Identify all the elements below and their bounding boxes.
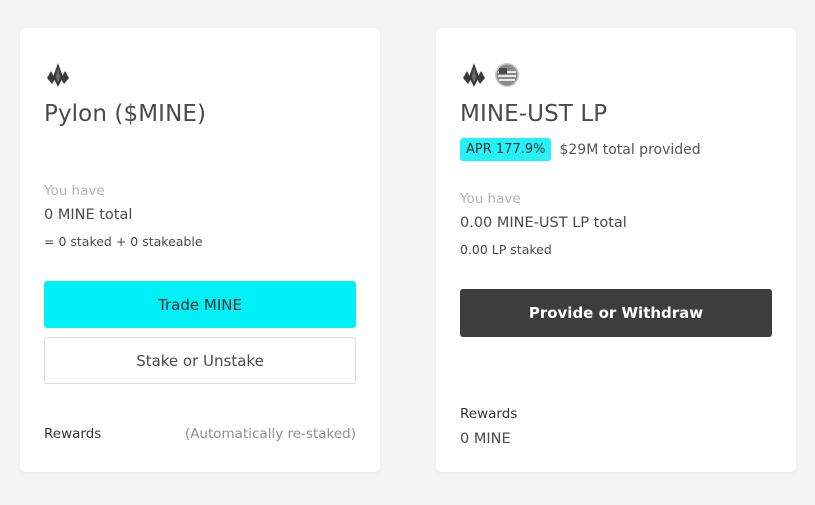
- provide-withdraw-button[interactable]: Provide or Withdraw: [460, 289, 772, 337]
- token-icons: [44, 61, 72, 89]
- card-title: Pylon ($MINE): [44, 101, 207, 127]
- pylon-icon: [44, 61, 72, 89]
- total-amount: 0 MINE total: [44, 207, 133, 223]
- you-have-label: You have: [460, 191, 521, 207]
- you-have-label: You have: [44, 183, 105, 199]
- card-title: MINE-UST LP: [460, 101, 608, 127]
- ust-icon: [494, 62, 520, 88]
- stake-breakdown: = 0 staked + 0 stakeable: [44, 234, 203, 249]
- rewards-value: 0 MINE: [460, 431, 511, 447]
- total-amount: 0.00 MINE-UST LP total: [460, 215, 627, 231]
- lp-staked: 0.00 LP staked: [460, 242, 552, 257]
- token-icons: [460, 61, 520, 89]
- apr-row: APR 177.9% $29M total provided: [460, 138, 701, 161]
- pylon-icon: [460, 61, 488, 89]
- trade-mine-button[interactable]: Trade MINE: [44, 281, 356, 328]
- stake-unstake-button[interactable]: Stake or Unstake: [44, 337, 356, 384]
- lp-card: MINE-UST LP APR 177.9% $29M total provid…: [436, 28, 796, 472]
- rewards-label: Rewards: [460, 406, 518, 422]
- total-provided: $29M total provided: [559, 141, 701, 158]
- pylon-card: Pylon ($MINE) You have 0 MINE total = 0 …: [20, 28, 380, 472]
- apr-badge: APR 177.9%: [460, 138, 552, 161]
- rewards-note: (Automatically re-staked): [184, 426, 356, 442]
- rewards-label: Rewards: [44, 426, 102, 442]
